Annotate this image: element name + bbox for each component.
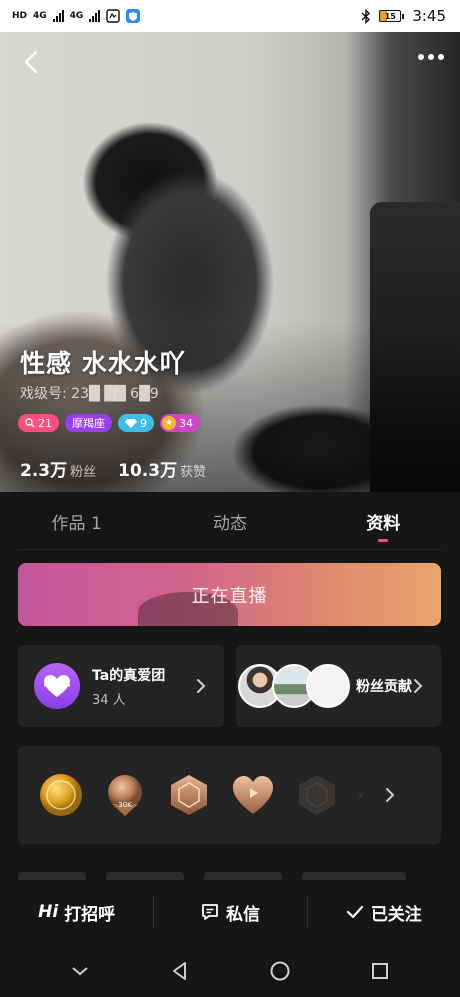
star-value: 34 xyxy=(179,416,193,430)
bronze-30k-medal-icon: 30K xyxy=(108,775,142,816)
clock: 3:45 xyxy=(412,7,446,25)
section-strip xyxy=(18,872,86,880)
section-strip xyxy=(106,872,184,880)
fan-contribution-card[interactable]: 粉丝贡献 xyxy=(236,645,441,727)
greet-label: 打招呼 xyxy=(64,904,116,925)
likes-label: 获赞 xyxy=(180,465,207,480)
diamond-value: 9 xyxy=(140,416,147,430)
recents-square-icon[interactable] xyxy=(368,959,392,983)
profile-tabs: 作品 1 动态 资料 xyxy=(0,492,460,550)
signal-icon xyxy=(52,10,64,22)
status-right: 15 3:45 xyxy=(361,7,446,25)
diamond-icon xyxy=(125,419,137,428)
fan-club-card[interactable]: Ta的真爱团 34 人 xyxy=(18,645,224,727)
profile-stats: 2.3万 粉丝 10.3万 获赞 xyxy=(20,456,206,481)
partial-medal-icon xyxy=(358,791,363,799)
private-message-label: 私信 xyxy=(225,904,260,925)
profile-name: 性感 水水水吖 xyxy=(20,349,186,378)
hi-icon: Hi xyxy=(38,902,59,922)
private-message-button[interactable]: 私信 xyxy=(153,880,306,944)
status-bar: HD 4G 4G 15 3:45 xyxy=(0,0,460,32)
network-label-2: 4G xyxy=(69,11,84,21)
back-arrow-icon[interactable] xyxy=(18,48,46,76)
tab-works[interactable]: 作品 1 xyxy=(0,492,153,550)
network-label: 4G xyxy=(33,11,47,21)
signal-icon-2 xyxy=(89,10,101,22)
chevron-right-icon xyxy=(386,788,395,802)
zodiac-badge[interactable]: 摩羯座 xyxy=(65,414,112,432)
diamond-badge[interactable]: 9 xyxy=(118,414,154,432)
hd-label: HD xyxy=(12,11,28,21)
medals-card[interactable]: 30K xyxy=(18,746,441,844)
chevron-down-icon[interactable] xyxy=(68,959,92,983)
live-now-label: 正在直播 xyxy=(191,585,268,607)
followed-label: 已关注 xyxy=(370,904,422,925)
bluetooth-icon xyxy=(361,8,371,24)
fan-contribution-label: 粉丝贡献 xyxy=(356,679,412,695)
profile-cover-photo: 性感 水水水吖 戏级号: 23█ ██ 6█9 21 摩羯座 9 ★ 34 2.… xyxy=(0,32,460,492)
check-icon xyxy=(346,905,363,919)
section-strip xyxy=(204,872,282,880)
bronze-hexagon-medal-icon xyxy=(171,775,207,815)
chevron-right-icon xyxy=(414,679,423,693)
contributor-avatars xyxy=(238,664,350,708)
level-badge[interactable]: 21 xyxy=(18,414,59,432)
fan-club-title: Ta的真爱团 xyxy=(92,667,166,684)
section-strip xyxy=(302,872,406,880)
tab-moments[interactable]: 动态 xyxy=(153,492,306,550)
followers-stat[interactable]: 2.3万 粉丝 xyxy=(20,456,96,481)
fan-club-count: 34 人 xyxy=(92,692,126,708)
battery-level: 15 xyxy=(379,10,402,22)
message-icon xyxy=(202,904,218,920)
chevron-right-icon xyxy=(197,679,206,693)
fan-club-heart-icon xyxy=(34,663,80,709)
star-icon: ★ xyxy=(162,416,176,430)
bottom-action-bar: Hi 打招呼 私信 已关注 xyxy=(0,880,460,944)
status-left: HD 4G 4G xyxy=(12,9,141,23)
followers-label: 粉丝 xyxy=(70,465,97,480)
likes-stat[interactable]: 10.3万 获赞 xyxy=(118,456,206,481)
likes-count: 10.3万 xyxy=(118,461,178,481)
followers-count: 2.3万 xyxy=(20,461,68,481)
level-search-icon xyxy=(25,418,35,428)
level-value: 21 xyxy=(38,416,52,430)
app-notification-icon xyxy=(106,9,121,23)
avatar xyxy=(306,664,350,708)
battery-icon: 15 xyxy=(379,10,405,22)
shield-app-icon xyxy=(126,9,141,23)
followed-button[interactable]: 已关注 xyxy=(306,880,460,944)
tab-profile-info[interactable]: 资料 xyxy=(307,492,460,550)
greet-button[interactable]: Hi 打招呼 xyxy=(0,880,153,944)
back-triangle-icon[interactable] xyxy=(168,959,192,983)
home-circle-icon[interactable] xyxy=(268,959,292,983)
locked-hexagon-medal-icon xyxy=(299,775,335,815)
bronze-heart-medal-icon xyxy=(233,776,273,814)
live-now-banner[interactable]: 正在直播 xyxy=(18,563,441,626)
star-badge[interactable]: ★ 34 xyxy=(160,414,200,432)
profile-badges: 21 摩羯座 9 ★ 34 xyxy=(18,414,200,432)
zodiac-value: 摩羯座 xyxy=(72,417,105,430)
profile-id: 戏级号: 23█ ██ 6█9 xyxy=(20,386,159,402)
gold-medal-icon xyxy=(40,774,82,816)
medal-30k-text: 30K xyxy=(118,801,132,809)
more-options-icon[interactable] xyxy=(418,54,444,60)
system-navigation-bar xyxy=(0,944,460,997)
fan-club-text: Ta的真爱团 34 人 xyxy=(92,665,165,708)
tab-divider xyxy=(18,549,442,550)
